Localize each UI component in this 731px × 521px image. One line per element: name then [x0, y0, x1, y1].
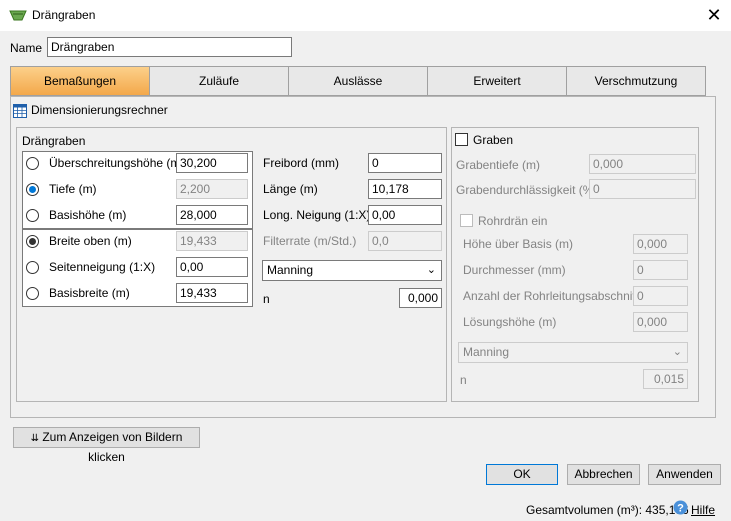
total-volume-text: Gesamtvolumen (m³): 435,136 [526, 503, 689, 517]
side-slope-label: Seitenneigung (1:X) [49, 260, 156, 274]
close-icon: ✕ [706, 5, 722, 25]
help-icon[interactable]: ? [673, 500, 688, 515]
chevron-down-icon: ⌄ [672, 346, 682, 358]
length-input[interactable]: 10,178 [368, 179, 442, 199]
depth-label: Tiefe (m) [49, 182, 97, 196]
overflow-height-radio[interactable] [26, 157, 39, 170]
side-slope-input[interactable]: 0,00 [176, 257, 248, 277]
tab-auslaesse[interactable]: Auslässe [289, 67, 428, 95]
ditch-n-label: n [460, 373, 467, 387]
tab-bar: Bemaßungen Zuläufe Auslässe Erweitert Ve… [10, 66, 706, 96]
drain-n-input[interactable]: 0,000 [399, 288, 442, 308]
drain-n-label: n [263, 292, 270, 306]
pipe-height-above-base-input[interactable]: 0,000 [633, 234, 688, 254]
show-images-label: Zum Anzeigen von Bildern klicken [42, 430, 183, 464]
tab-verschmutzung[interactable]: Verschmutzung [567, 67, 705, 95]
length-label: Länge (m) [263, 182, 318, 196]
pipe-section-count-input[interactable]: 0 [633, 286, 688, 306]
tab-erweitert[interactable]: Erweitert [428, 67, 567, 95]
help-link[interactable]: Hilfe [691, 503, 715, 517]
pipe-drain-label: Rohrdrän ein [478, 214, 548, 228]
ditch-permeability-input[interactable]: 0 [589, 179, 696, 199]
ditch-depth-label: Grabentiefe (m) [456, 158, 541, 172]
filter-rate-label: Filterrate (m/Std.) [263, 234, 357, 248]
long-slope-input[interactable]: 0,00 [368, 205, 442, 225]
filter-rate-input[interactable]: 0,0 [368, 231, 442, 251]
tab-bemassungen[interactable]: Bemaßungen [11, 67, 150, 95]
name-input[interactable]: Drängraben [47, 37, 292, 57]
ditch-n-input[interactable]: 0,015 [643, 369, 688, 389]
calculator-label: Dimensionierungsrechner [31, 103, 168, 117]
overflow-height-label: Überschreitungshöhe (m) [49, 156, 185, 170]
base-width-radio[interactable] [26, 287, 39, 300]
top-width-label: Breite oben (m) [49, 234, 132, 248]
top-width-input[interactable]: 19,433 [176, 231, 248, 251]
base-height-label: Basishöhe (m) [49, 208, 127, 222]
side-slope-radio[interactable] [26, 261, 39, 274]
drain-method-select[interactable]: Manning ⌄ [262, 260, 442, 281]
ok-button[interactable]: OK [486, 464, 558, 485]
base-height-input[interactable]: 28,000 [176, 205, 248, 225]
ditch-app-icon [9, 10, 27, 21]
pipe-solution-height-input[interactable]: 0,000 [633, 312, 688, 332]
chevron-down-icon: ⌄ [426, 264, 436, 276]
cancel-button[interactable]: Abbrechen [567, 464, 640, 485]
tab-zulaeufe[interactable]: Zuläufe [150, 67, 289, 95]
base-width-input[interactable]: 19,433 [176, 283, 248, 303]
graben-label: Graben [473, 133, 514, 147]
freeboard-input[interactable]: 0 [368, 153, 442, 173]
base-width-label: Basisbreite (m) [49, 286, 130, 300]
close-button[interactable]: ✕ [700, 2, 728, 28]
window-title: Drängraben [32, 8, 96, 22]
long-slope-label: Long. Neigung (1:X) [263, 208, 371, 222]
draengraben-group-title: Drängraben [22, 134, 86, 148]
show-images-button[interactable]: ⇊ Zum Anzeigen von Bildern klicken [13, 427, 200, 464]
double-chevron-down-icon: ⇊ [30, 433, 39, 444]
freeboard-label: Freibord (mm) [263, 156, 340, 170]
pipe-height-above-base-label: Höhe über Basis (m) [463, 237, 574, 251]
title-bar: Drängraben ✕ [0, 0, 731, 31]
pipe-solution-height-label: Lösungshöhe (m) [463, 315, 557, 329]
ditch-method-value: Manning [463, 345, 510, 359]
svg-text:?: ? [677, 503, 684, 515]
overflow-height-input[interactable]: 30,200 [176, 153, 248, 173]
graben-checkbox[interactable] [455, 133, 468, 146]
apply-button[interactable]: Anwenden [648, 464, 721, 485]
depth-input[interactable]: 2,200 [176, 179, 248, 199]
pipe-drain-checkbox[interactable] [460, 214, 473, 227]
pipe-diameter-label: Durchmesser (mm) [463, 263, 566, 277]
drain-method-value: Manning [267, 263, 314, 277]
dimension-calculator-button[interactable]: Dimensionierungsrechner [13, 102, 173, 120]
base-height-radio[interactable] [26, 209, 39, 222]
pipe-section-count-label: Anzahl der Rohrleitungsabschnitte [463, 289, 646, 303]
pipe-diameter-input[interactable]: 0 [633, 260, 688, 280]
top-width-radio[interactable] [26, 235, 39, 248]
depth-radio[interactable] [26, 183, 39, 196]
name-label: Name [10, 41, 43, 55]
ditch-method-select[interactable]: Manning ⌄ [458, 342, 688, 363]
calculator-icon [13, 104, 27, 118]
ditch-depth-input[interactable]: 0,000 [589, 154, 696, 174]
ditch-permeability-label: Grabendurchlässigkeit (%) [456, 183, 598, 197]
